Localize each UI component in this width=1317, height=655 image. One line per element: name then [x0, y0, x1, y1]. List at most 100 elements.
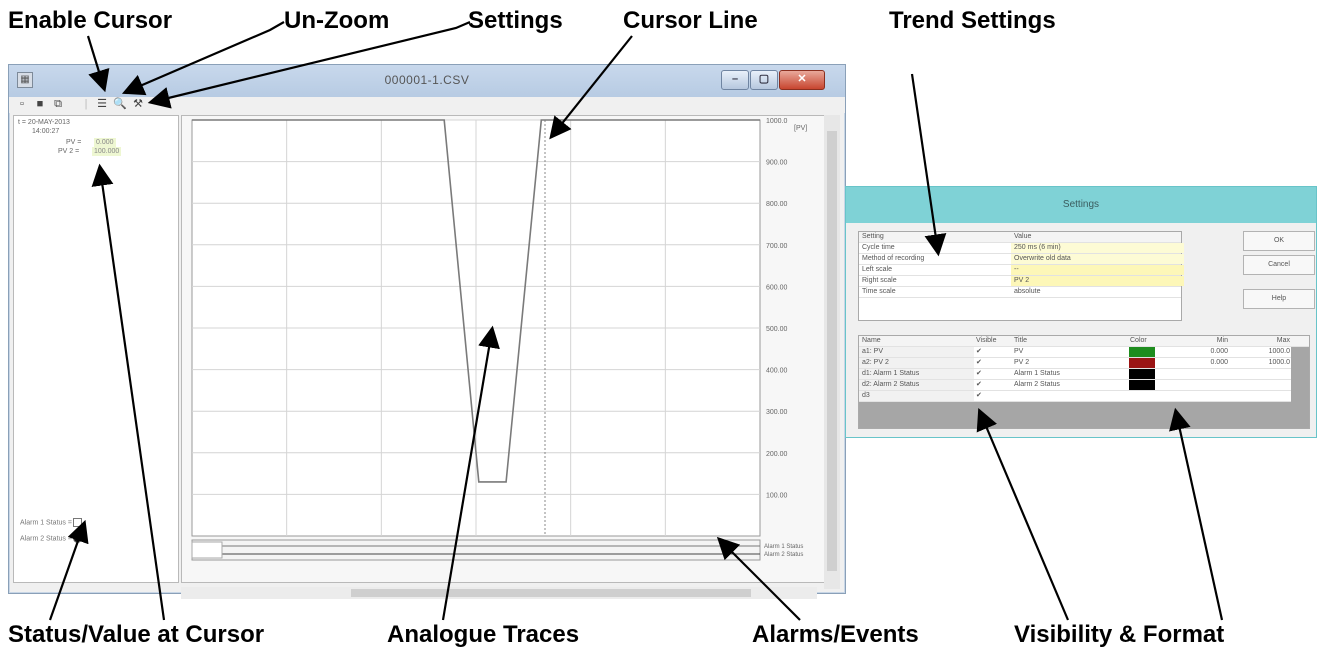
copy-icon[interactable]: ⧉: [51, 97, 65, 111]
settings-header-setting: Setting: [862, 233, 884, 240]
annotation-visibility-format: Visibility & Format: [1014, 621, 1225, 648]
pv-label: PV =: [66, 139, 82, 146]
y-tick-label: 1000.0: [766, 118, 788, 125]
help-button[interactable]: Help: [1243, 289, 1315, 309]
settings-table: Setting Value Cycle time 250 ms (6 min) …: [858, 231, 1184, 321]
trend-plot[interactable]: 1000.0 900.00 800.00 700.00 600.00 500.00 400.…: [181, 115, 833, 583]
save-icon[interactable]: ■: [33, 97, 47, 111]
alarm2-indicator: [72, 534, 82, 543]
channel-name: a1: PV: [859, 347, 974, 357]
title-bar[interactable]: ▦ 000001-1.CSV – ▢ ✕: [9, 65, 845, 97]
channel-color-swatch[interactable]: [1129, 380, 1155, 390]
settings-row-value[interactable]: absolute: [1011, 287, 1184, 297]
settings-row-value[interactable]: Overwrite old data: [1011, 254, 1184, 264]
channel-name: a2: PV 2: [859, 358, 974, 368]
channel-row[interactable]: a1: PV ✔ PV 0.000 1000.0: [859, 347, 1291, 358]
plot-svg: 1000.0 900.00 800.00 700.00 600.00 500.00 400.…: [191, 118, 807, 561]
ok-button[interactable]: OK: [1243, 231, 1315, 251]
channel-visible-checkbox[interactable]: ✔: [973, 380, 1012, 390]
cancel-button[interactable]: Cancel: [1243, 255, 1315, 275]
channel-visible-checkbox[interactable]: ✔: [973, 391, 1012, 401]
alarm1-label: Alarm 1 Status =: [20, 519, 72, 527]
settings-row-value[interactable]: --: [1011, 265, 1184, 275]
dialog-title[interactable]: Settings: [846, 187, 1316, 223]
new-icon[interactable]: ▫: [15, 97, 29, 111]
col-visible: Visible: [976, 337, 997, 344]
channel-max[interactable]: [1229, 369, 1294, 379]
close-icon: ✕: [797, 73, 807, 85]
channel-min[interactable]: [1159, 369, 1232, 379]
alarm1-indicator: [72, 518, 82, 527]
settings-row-key: Method of recording: [862, 255, 925, 262]
un-zoom-button[interactable]: 🔍: [113, 97, 127, 111]
channel-name: d2: Alarm 2 Status: [859, 380, 974, 390]
channel-row[interactable]: d2: Alarm 2 Status ✔ Alarm 2 Status: [859, 380, 1291, 391]
annotation-settings: Settings: [468, 7, 563, 34]
pv-value: 0.000: [94, 138, 116, 147]
channel-color-swatch[interactable]: [1129, 369, 1155, 379]
horizontal-scroll-thumb[interactable]: [351, 589, 751, 597]
pv2-label: PV 2 =: [58, 148, 80, 155]
channel-title[interactable]: [1011, 391, 1128, 401]
channel-max[interactable]: 1000.0: [1229, 358, 1294, 368]
channel-color-swatch[interactable]: [1129, 391, 1155, 401]
channel-title[interactable]: PV 2: [1011, 358, 1128, 368]
channel-visible-checkbox[interactable]: ✔: [973, 347, 1012, 357]
minimize-icon: –: [731, 73, 739, 85]
y-tick-label: 700.00: [766, 243, 788, 250]
pv2-value: 100.000: [92, 147, 122, 156]
channel-title[interactable]: Alarm 1 Status: [1011, 369, 1128, 379]
maximize-button[interactable]: ▢: [750, 70, 778, 90]
channel-max[interactable]: [1229, 391, 1294, 401]
enable-cursor-button[interactable]: ☰: [95, 97, 109, 111]
cursor-values-panel: t = 20-MAY-2013 14:00:27 PV = 0.000 PV 2…: [13, 115, 179, 583]
annotation-trend-settings: Trend Settings: [889, 7, 1056, 34]
window-title: 000001-1.CSV: [384, 73, 470, 87]
separator-icon: |: [84, 98, 88, 110]
vertical-scrollbar[interactable]: [824, 115, 840, 589]
settings-row-value[interactable]: 250 ms (6 min): [1011, 243, 1184, 253]
channel-row[interactable]: a2: PV 2 ✔ PV 2 0.000 1000.0: [859, 358, 1291, 369]
channel-visible-checkbox[interactable]: ✔: [973, 358, 1012, 368]
annotation-cursor-line: Cursor Line: [623, 7, 758, 34]
settings-row[interactable]: Right scale PV 2: [859, 276, 1184, 287]
y-tick-label: 100.00: [766, 492, 788, 499]
channel-min[interactable]: 0.000: [1159, 347, 1232, 357]
trend-window: ▦ 000001-1.CSV – ▢ ✕ ▫ ■ ⧉ | ☰ 🔍 ⚒ t = 2…: [8, 64, 846, 599]
settings-row-value[interactable]: PV 2: [1011, 276, 1184, 286]
channel-color-swatch[interactable]: [1129, 347, 1155, 357]
channel-title[interactable]: PV: [1011, 347, 1128, 357]
annotation-status-value: Status/Value at Cursor: [8, 621, 265, 648]
settings-row[interactable]: Method of recording Overwrite old data: [859, 254, 1184, 265]
settings-button[interactable]: ⚒: [131, 97, 145, 111]
channel-max[interactable]: [1229, 380, 1294, 390]
channel-max[interactable]: 1000.0: [1229, 347, 1294, 357]
channel-min[interactable]: [1159, 380, 1232, 390]
settings-row[interactable]: Left scale --: [859, 265, 1184, 276]
annotation-enable-cursor: Enable Cursor: [8, 7, 173, 34]
settings-row[interactable]: Cycle time 250 ms (6 min): [859, 243, 1184, 254]
col-min: Min: [1216, 337, 1228, 344]
toolbar: ▫ ■ ⧉ | ☰ 🔍 ⚒: [9, 97, 845, 113]
channel-min[interactable]: 0.000: [1159, 358, 1232, 368]
y-tick-label: 500.00: [766, 326, 788, 333]
horizontal-scrollbar[interactable]: [181, 587, 817, 599]
channel-title[interactable]: Alarm 2 Status: [1011, 380, 1128, 390]
channel-min[interactable]: [1159, 391, 1232, 401]
close-button[interactable]: ✕: [779, 70, 825, 90]
minimize-button[interactable]: –: [721, 70, 749, 90]
alarm2-label: Alarm 2 Status =: [20, 535, 72, 543]
settings-row[interactable]: Time scale absolute: [859, 287, 1181, 298]
channel-color-swatch[interactable]: [1129, 358, 1155, 368]
y-tick-label: 300.00: [766, 409, 788, 416]
channel-row[interactable]: d1: Alarm 1 Status ✔ Alarm 1 Status: [859, 369, 1291, 380]
settings-row-key: Cycle time: [862, 244, 895, 251]
alarm-strip: [191, 539, 761, 561]
channel-visible-checkbox[interactable]: ✔: [973, 369, 1012, 379]
y-tick-label: 200.00: [766, 451, 788, 458]
y-tick-label: 900.00: [766, 160, 788, 167]
vertical-scroll-thumb[interactable]: [827, 131, 837, 571]
channel-row[interactable]: d3 ✔: [859, 391, 1291, 402]
y-tick-label: 600.00: [766, 284, 788, 291]
alarm2-status: Alarm 2 Status =: [20, 534, 82, 544]
